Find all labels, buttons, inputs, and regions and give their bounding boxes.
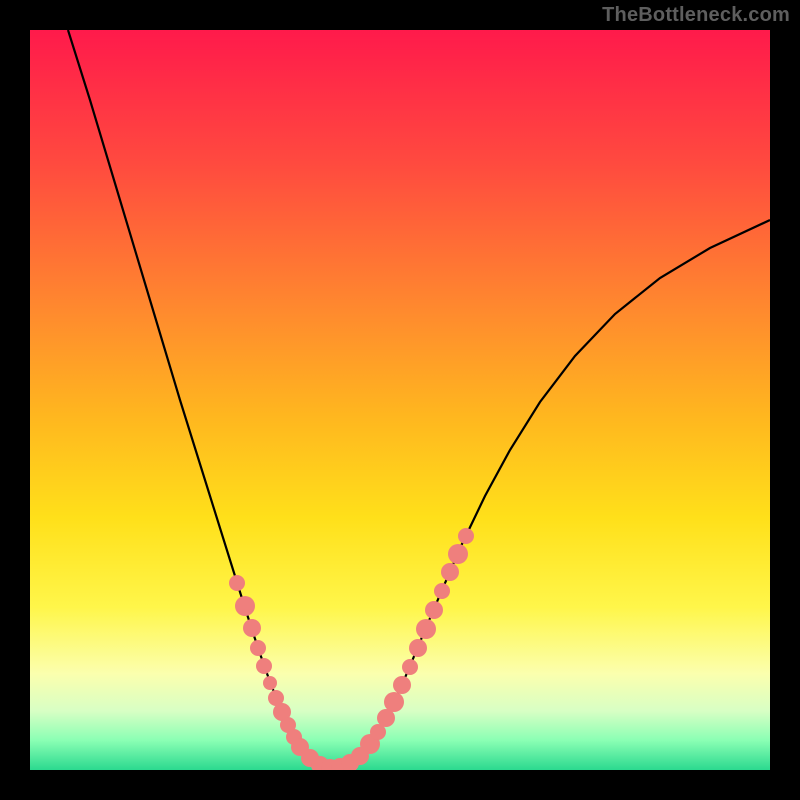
- bottleneck-curve: [68, 30, 770, 768]
- data-dot: [393, 676, 411, 694]
- data-dot: [441, 563, 459, 581]
- data-dot: [409, 639, 427, 657]
- data-dot: [256, 658, 272, 674]
- chart-svg: [30, 30, 770, 770]
- data-dot: [425, 601, 443, 619]
- chart-frame: TheBottleneck.com: [0, 0, 800, 800]
- data-dot: [448, 544, 468, 564]
- data-dot: [250, 640, 266, 656]
- data-dot: [243, 619, 261, 637]
- data-dot: [434, 583, 450, 599]
- data-dot: [402, 659, 418, 675]
- data-dot: [416, 619, 436, 639]
- data-dot: [235, 596, 255, 616]
- data-dot: [384, 692, 404, 712]
- chart-plot-area: [30, 30, 770, 770]
- watermark-text: TheBottleneck.com: [602, 4, 790, 27]
- data-dot: [263, 676, 277, 690]
- data-dot: [229, 575, 245, 591]
- data-dot-layer: [229, 528, 474, 770]
- data-dot: [458, 528, 474, 544]
